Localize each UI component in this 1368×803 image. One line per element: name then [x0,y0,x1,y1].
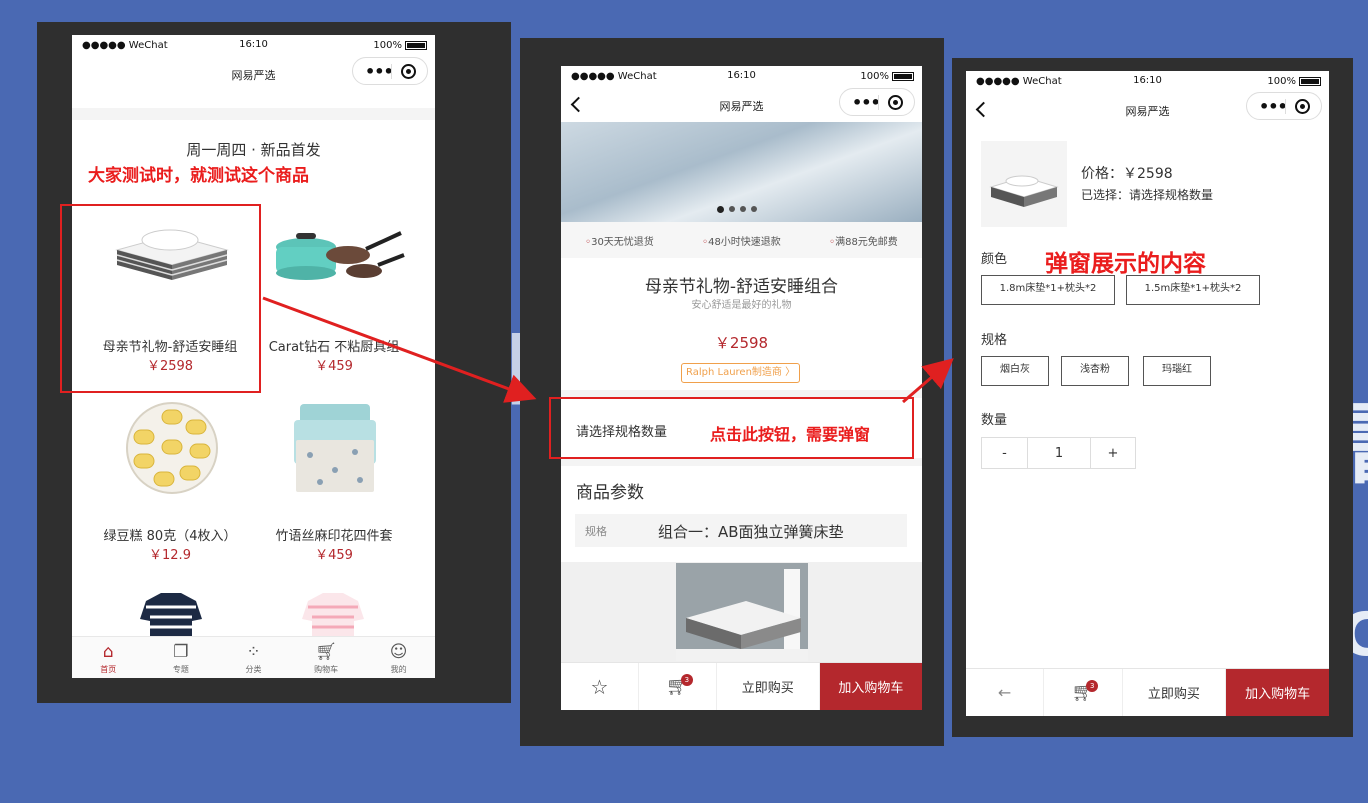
flow-arrows [262,296,954,404]
arrow-detail-to-popup [902,358,954,404]
arrow-home-to-detail [262,296,537,403]
